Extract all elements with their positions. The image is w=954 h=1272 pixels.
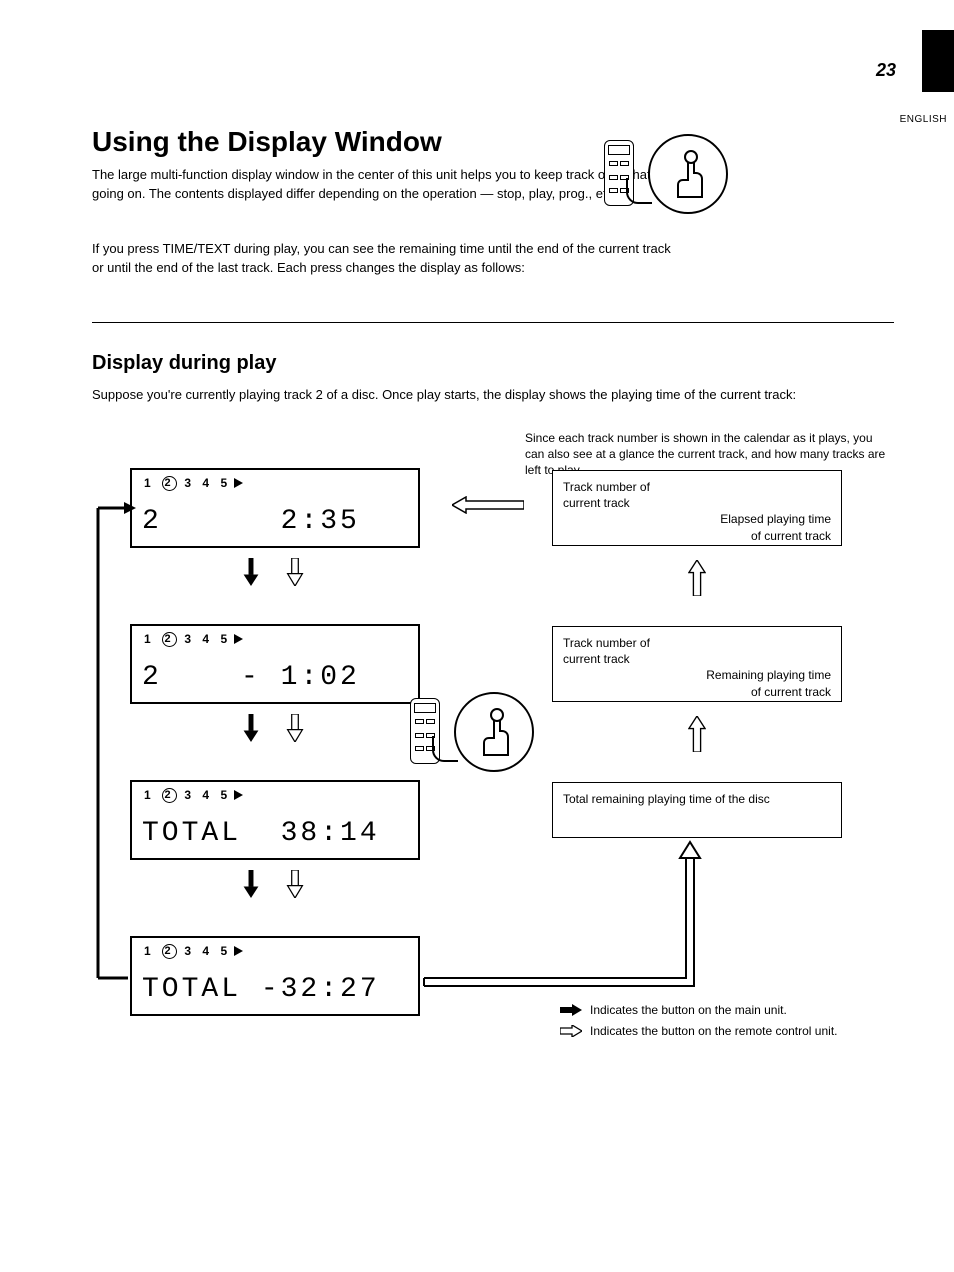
legend-open-text: Indicates the button on the remote contr…: [590, 1023, 838, 1040]
arrow-up-open-icon: [688, 560, 706, 596]
arrow-down-solid-icon: [242, 870, 260, 898]
info2-l2: current track: [563, 651, 831, 667]
lcd-display-3: 1 2 3 4 5 TOTAL 38:14: [130, 780, 420, 860]
open-return-path-arrow-icon: [420, 838, 720, 994]
section-title: Display during play: [92, 352, 276, 375]
info2-l3: Remaining playing time: [563, 667, 831, 683]
arrow-down-open-icon: [286, 558, 304, 586]
lcd4-label: TOTAL: [142, 974, 241, 1005]
lcd2-track: 2: [142, 662, 162, 693]
legend: Indicates the button on the main unit. I…: [560, 1002, 838, 1044]
page-number: 23: [876, 60, 896, 81]
lcd3-label: TOTAL: [142, 818, 241, 849]
arrow-open-icon: [560, 1025, 582, 1037]
info1-l4: of current track: [563, 528, 831, 544]
info-box-3: Total remaining playing time of the disc: [552, 782, 842, 838]
info3-l1: Total remaining playing time of the disc: [563, 791, 831, 807]
info1-l3: Elapsed playing time: [563, 511, 831, 527]
play-icon: [234, 478, 243, 488]
remote-press-illustration: [604, 134, 754, 224]
calendar-row: 1 2 3 4 5: [144, 788, 231, 803]
return-path-arrow-icon: [92, 500, 138, 990]
arrow-down-open-icon: [286, 714, 304, 742]
lcd3-time: 38:14: [281, 818, 380, 849]
calendar-row: 1 2 3 4 5: [144, 476, 231, 491]
arrow-down-open-icon: [286, 870, 304, 898]
info1-l1: Track number of: [563, 479, 831, 495]
arrow-down-solid-icon: [242, 714, 260, 742]
info2-l1: Track number of: [563, 635, 831, 651]
lcd-display-1: 1 2 3 4 5 2 2:35: [130, 468, 420, 548]
intro-paragraph-1: The large multi-function display window …: [92, 166, 674, 204]
calendar-row: 1 2 3 4 5: [144, 632, 231, 647]
info2-l4: of current track: [563, 684, 831, 700]
play-icon: [234, 946, 243, 956]
page-title: Using the Display Window: [92, 126, 442, 158]
page: 23 ENGLISH Using the Display Window The …: [0, 0, 954, 1272]
arrow-solid-icon: [560, 1004, 582, 1016]
info-box-1: Track number of current track Elapsed pl…: [552, 470, 842, 546]
divider: [92, 322, 894, 323]
section-intro: Suppose you're currently playing track 2…: [92, 386, 894, 404]
language-label: ENGLISH: [900, 114, 947, 125]
section-tab: [922, 30, 954, 92]
hand-press-icon: [668, 148, 714, 204]
remote-press-illustration: [410, 692, 560, 782]
info1-l2: current track: [563, 495, 831, 511]
arrow-up-open-icon: [688, 716, 706, 752]
lcd1-track: 2: [142, 506, 162, 537]
play-icon: [234, 790, 243, 800]
arrow-left-open-icon: [452, 496, 524, 514]
lcd-display-2: 1 2 3 4 5 2 - 1:02: [130, 624, 420, 704]
lcd2-time: - 1:02: [241, 662, 360, 693]
lcd-display-4: 1 2 3 4 5 TOTAL -32:27: [130, 936, 420, 1016]
calendar-row: 1 2 3 4 5: [144, 944, 231, 959]
lcd1-time: 2:35: [281, 506, 360, 537]
legend-solid-text: Indicates the button on the main unit.: [590, 1002, 787, 1019]
play-icon: [234, 634, 243, 644]
lcd4-time: -32:27: [261, 974, 380, 1005]
info-box-2: Track number of current track Remaining …: [552, 626, 842, 702]
arrow-down-solid-icon: [242, 558, 260, 586]
hand-press-icon: [474, 706, 520, 762]
intro-paragraph-2: If you press TIME/TEXT during play, you …: [92, 240, 674, 278]
